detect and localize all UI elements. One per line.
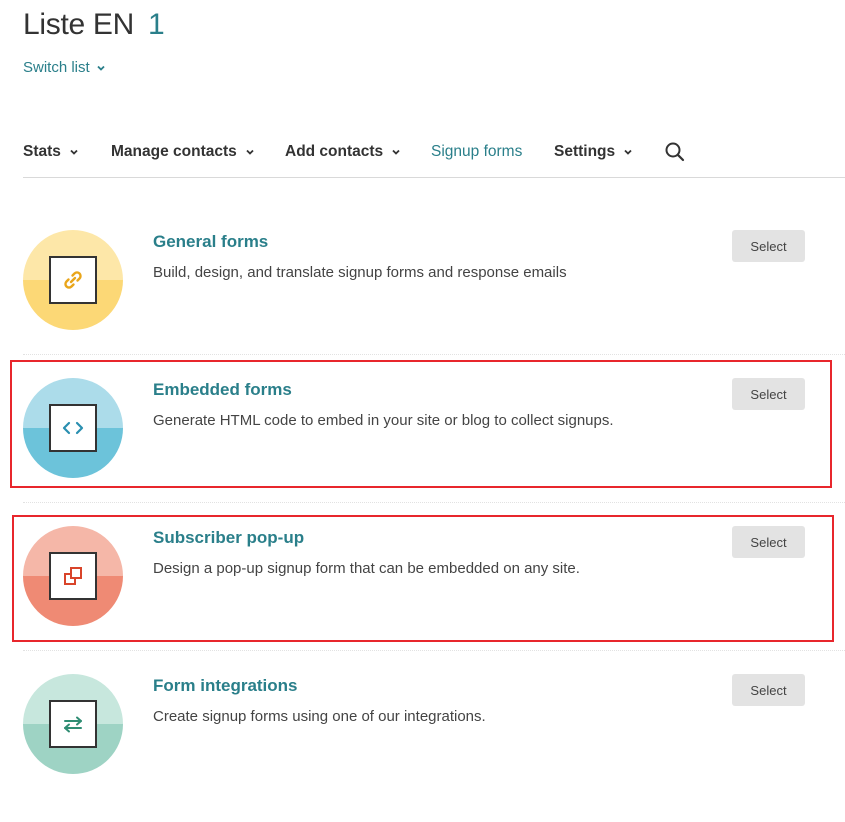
nav-manage-contacts-label: Manage contacts (111, 143, 237, 160)
form-integrations-badge (23, 674, 123, 774)
form-integrations-title[interactable]: Form integrations (153, 676, 298, 696)
code-icon (49, 404, 97, 452)
row-divider (23, 502, 845, 503)
arrows-exchange-icon (49, 700, 97, 748)
subscriber-popup-description: Design a pop-up signup form that can be … (153, 560, 580, 577)
row-divider (23, 354, 845, 355)
nav-stats[interactable]: Stats (23, 143, 79, 161)
chevron-down-icon (97, 65, 105, 71)
switch-list-link[interactable]: Switch list (23, 59, 106, 76)
embedded-forms-select-button[interactable]: Select (732, 378, 805, 410)
switch-list-label: Switch list (23, 59, 90, 76)
nav-signup-forms[interactable]: Signup forms (431, 143, 522, 161)
form-option-integrations: Form integrations Create signup forms us… (23, 674, 845, 822)
nav-add-contacts[interactable]: Add contacts (285, 143, 401, 161)
form-option-embedded: Embedded forms Generate HTML code to emb… (23, 378, 845, 526)
general-forms-badge (23, 230, 123, 330)
nav-settings-label: Settings (554, 143, 616, 160)
nav-settings[interactable]: Settings (554, 143, 633, 161)
embedded-forms-title[interactable]: Embedded forms (153, 380, 292, 400)
list-header: Liste EN 1 (23, 8, 165, 42)
page-title: Liste EN (23, 8, 134, 41)
embedded-forms-description: Generate HTML code to embed in your site… (153, 412, 614, 429)
list-nav: Stats Manage contacts Add contacts Signu… (23, 137, 845, 178)
form-integrations-description: Create signup forms using one of our int… (153, 708, 486, 725)
nav-stats-label: Stats (23, 143, 61, 160)
subscriber-popup-title[interactable]: Subscriber pop-up (153, 528, 304, 548)
subscriber-popup-select-button[interactable]: Select (732, 526, 805, 558)
nav-add-contacts-label: Add contacts (285, 143, 384, 160)
row-divider (23, 650, 845, 651)
nav-signup-forms-label: Signup forms (431, 143, 523, 160)
general-forms-title[interactable]: General forms (153, 232, 268, 252)
form-integrations-select-button[interactable]: Select (732, 674, 805, 706)
form-option-popup: Subscriber pop-up Design a pop-up signup… (23, 526, 845, 674)
nav-manage-contacts[interactable]: Manage contacts (111, 143, 255, 161)
subscriber-popup-badge (23, 526, 123, 626)
chevron-down-icon (70, 149, 78, 155)
chevron-down-icon (246, 149, 254, 155)
chevron-down-icon (624, 149, 632, 155)
embedded-forms-badge (23, 378, 123, 478)
link-icon (49, 256, 97, 304)
search-icon[interactable] (664, 141, 686, 163)
general-forms-description: Build, design, and translate signup form… (153, 264, 567, 281)
general-forms-select-button[interactable]: Select (732, 230, 805, 262)
list-count: 1 (147, 8, 165, 41)
popup-icon (49, 552, 97, 600)
form-option-general: General forms Build, design, and transla… (23, 230, 845, 378)
chevron-down-icon (392, 149, 400, 155)
